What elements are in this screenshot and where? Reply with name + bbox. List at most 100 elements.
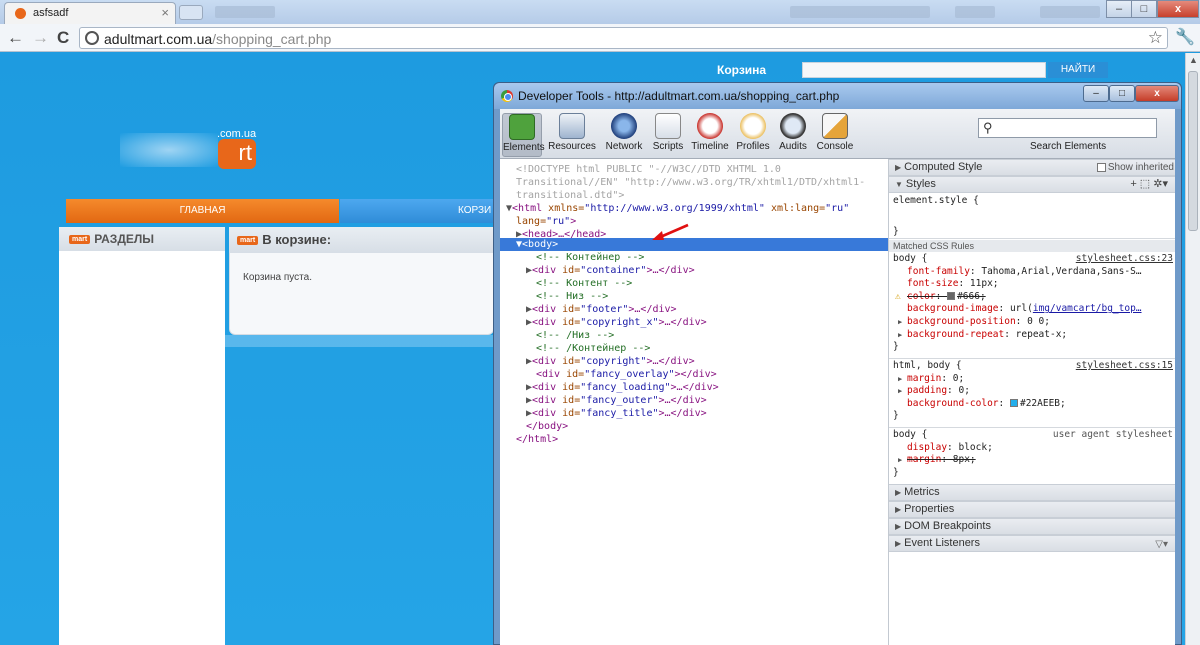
- elements-icon: [509, 114, 535, 140]
- browser-tab[interactable]: asfsadf ×: [4, 2, 176, 24]
- logo-blurred: [120, 133, 218, 167]
- dom-node-div-copyright-x[interactable]: ▶<div id="copyright_x">…</div>: [526, 316, 707, 329]
- wrench-icon[interactable]: 🔧: [1175, 27, 1195, 47]
- chrome-logo-icon: [501, 90, 513, 102]
- dom-node-body[interactable]: ▼<body>: [516, 238, 558, 251]
- dom-node-html-close[interactable]: </html>: [516, 433, 558, 446]
- dom-node-div-container[interactable]: ▶<div id="container">…</div>: [526, 264, 695, 277]
- devtools-close-button[interactable]: x: [1135, 85, 1179, 102]
- properties-section[interactable]: ▶ Properties: [889, 501, 1175, 518]
- bg-image-link[interactable]: img/vamcart/bg_top…: [1033, 303, 1142, 314]
- styles-section[interactable]: ▼ Styles + ⬚ ✲▾: [889, 176, 1175, 193]
- new-tab-button[interactable]: [179, 5, 203, 20]
- dom-comment[interactable]: <!-- /Контейнер -->: [536, 342, 650, 355]
- dom-node-div-fancy-outer[interactable]: ▶<div id="fancy_outer">…</div>: [526, 394, 707, 407]
- panel-elements[interactable]: Elements: [502, 113, 545, 157]
- dom-comment[interactable]: <!-- Контент -->: [536, 277, 632, 290]
- network-icon: [611, 113, 637, 139]
- matched-css-rules-header: Matched CSS Rules: [889, 240, 1175, 252]
- color-swatch[interactable]: [1009, 399, 1018, 408]
- devtools-title: Developer Tools - http://adultmart.com.u…: [518, 89, 840, 103]
- site-search-button[interactable]: НАЙТИ: [1048, 62, 1108, 78]
- panel-timeline[interactable]: Timeline: [690, 113, 730, 157]
- scroll-up-icon[interactable]: ▲: [1189, 55, 1198, 65]
- profiles-icon: [740, 113, 766, 139]
- minimize-button[interactable]: –: [1106, 0, 1132, 18]
- site-search-input[interactable]: [802, 62, 1046, 78]
- element-style-rule[interactable]: element.style { }: [889, 195, 1175, 239]
- cart-empty-text: Корзина пуста.: [243, 272, 312, 283]
- css-rule-body-stylesheet-23[interactable]: body {stylesheet.css:23 font-family: Tah…: [889, 253, 1175, 359]
- css-rule-body-user-agent[interactable]: body {user agent stylesheet display: blo…: [889, 429, 1175, 485]
- devtools-toolbar: Elements Resources Network Scripts Timel…: [500, 109, 1175, 159]
- cart-link[interactable]: Корзина: [717, 63, 766, 77]
- address-bar[interactable]: adultmart.com.ua/shopping_cart.php ☆: [79, 27, 1168, 49]
- resources-icon: [559, 113, 585, 139]
- page-scrollbar[interactable]: ▲: [1185, 53, 1200, 645]
- filter-icon[interactable]: ▽▾: [1155, 537, 1168, 552]
- scripts-icon: [655, 113, 681, 139]
- browser-tab-strip: asfsadf × – □ x: [0, 0, 1200, 24]
- reload-icon[interactable]: C: [57, 28, 69, 48]
- metrics-section[interactable]: ▶ Metrics: [889, 484, 1175, 501]
- menu-item-cart[interactable]: КОРЗИ: [340, 199, 494, 223]
- dom-comment[interactable]: <!-- Контейнер -->: [536, 251, 644, 264]
- styles-toolbar-icons[interactable]: + ⬚ ✲▾: [1130, 177, 1168, 192]
- expand-triangle-icon: ▼: [895, 180, 903, 189]
- dom-node-div-copyright[interactable]: ▶<div id="copyright">…</div>: [526, 355, 695, 368]
- mart-tag: mart: [237, 236, 259, 246]
- warning-icon: ⚠: [895, 290, 901, 302]
- dom-node-doctype[interactable]: <!DOCTYPE html PUBLIC "-//W3C//DTD XHTML…: [516, 163, 781, 176]
- dom-node-div-fancy-loading[interactable]: ▶<div id="fancy_loading">…</div>: [526, 381, 719, 394]
- devtools-titlebar[interactable]: Developer Tools - http://adultmart.com.u…: [494, 83, 1181, 109]
- styles-sidebar: ▶ Computed Style Show inherited ▼ Styles +…: [888, 159, 1175, 645]
- color-swatch[interactable]: [947, 292, 956, 301]
- computed-style-section[interactable]: ▶ Computed Style Show inherited: [889, 159, 1175, 176]
- mart-tag: mart: [69, 235, 91, 245]
- tab-title: asfsadf: [33, 7, 69, 19]
- scrollbar-thumb[interactable]: [1188, 71, 1198, 231]
- bookmark-star-icon[interactable]: ☆: [1148, 28, 1163, 48]
- stylesheet-link[interactable]: stylesheet.css:23: [1076, 253, 1173, 266]
- tab-close-icon[interactable]: ×: [161, 5, 169, 20]
- devtools-window: Developer Tools - http://adultmart.com.u…: [493, 82, 1182, 645]
- toolbar-placeholder: [1040, 6, 1100, 18]
- devtools-maximize-button[interactable]: □: [1109, 85, 1135, 102]
- panel-profiles[interactable]: Profiles: [734, 113, 772, 157]
- maximize-button[interactable]: □: [1131, 0, 1157, 18]
- dom-node-div-fancy-title[interactable]: ▶<div id="fancy_title">…</div>: [526, 407, 707, 420]
- search-elements-input[interactable]: ⚲: [978, 118, 1157, 138]
- dom-comment[interactable]: <!-- Низ -->: [536, 290, 608, 303]
- dom-breakpoints-section[interactable]: ▶ DOM Breakpoints: [889, 518, 1175, 535]
- panel-console[interactable]: Console: [814, 113, 856, 157]
- panel-scripts[interactable]: Scripts: [650, 113, 686, 157]
- show-inherited-checkbox[interactable]: Show inherited: [1096, 160, 1174, 175]
- dom-tree: <!DOCTYPE html PUBLIC "-//W3C//DTD XHTML…: [500, 159, 888, 645]
- red-arrow-annotation: [652, 223, 689, 240]
- dom-comment[interactable]: <!-- /Низ -->: [536, 329, 614, 342]
- panel-network[interactable]: Network: [602, 113, 646, 157]
- event-listeners-section[interactable]: ▶ Event Listeners ▽▾: [889, 535, 1175, 552]
- timeline-icon: [697, 113, 723, 139]
- css-rule-html-body-stylesheet-15[interactable]: html, body {stylesheet.css:15 ▶ margin: 0…: [889, 360, 1175, 428]
- logo-badge[interactable]: rt: [218, 139, 256, 169]
- close-window-button[interactable]: x: [1157, 0, 1199, 18]
- dom-node-body-close[interactable]: </body>: [526, 420, 568, 433]
- audits-icon: [780, 113, 806, 139]
- search-icon: ⚲: [983, 120, 993, 135]
- dom-node-doctype: Transitional//EN" "http://www.w3.org/TR/…: [516, 177, 866, 188]
- search-elements-label: Search Elements: [1030, 141, 1107, 152]
- forward-icon[interactable]: →: [32, 28, 49, 48]
- devtools-minimize-button[interactable]: –: [1083, 85, 1109, 102]
- stylesheet-link[interactable]: stylesheet.css:15: [1076, 360, 1173, 373]
- dom-node-div-footer[interactable]: ▶<div id="footer">…</div>: [526, 303, 677, 316]
- globe-icon: [85, 31, 99, 45]
- dom-node-div-fancy-overlay[interactable]: <div id="fancy_overlay"></div>: [536, 368, 717, 381]
- dom-node-html[interactable]: ▼<html xmlns="http://www.w3.org/1999/xht…: [506, 202, 849, 215]
- menu-item-home[interactable]: ГЛАВНАЯ: [66, 199, 339, 223]
- panel-audits[interactable]: Audits: [776, 113, 810, 157]
- sections-header: mart РАЗДЕЛЫ: [59, 227, 225, 251]
- cart-title: В корзине:: [262, 232, 332, 247]
- panel-resources[interactable]: Resources: [546, 113, 598, 157]
- back-icon[interactable]: ←: [7, 28, 24, 48]
